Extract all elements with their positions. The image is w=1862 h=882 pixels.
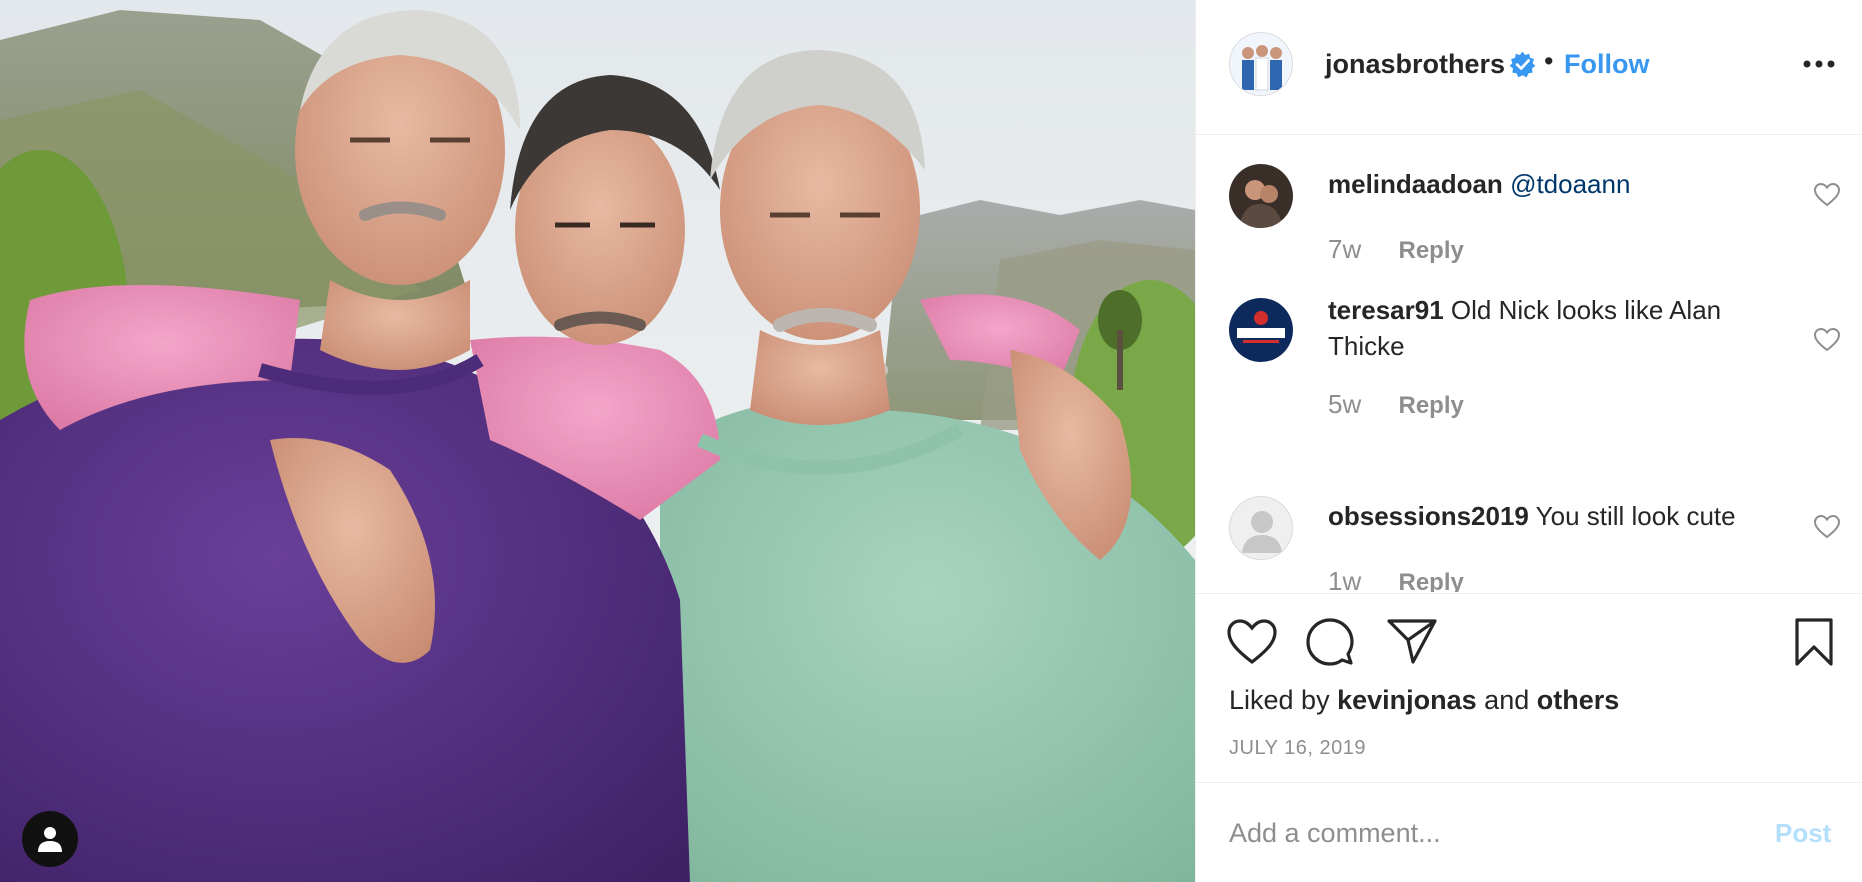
post-header: jonasbrothers • Follow (1196, 0, 1862, 135)
liked-by-text: Liked by kevinjonas and others (1229, 685, 1619, 716)
comment-age: 1w (1328, 566, 1362, 592)
comment-username[interactable]: melindaadoan (1328, 169, 1503, 199)
liked-by-user[interactable]: kevinjonas (1337, 685, 1477, 715)
commenter-avatar[interactable] (1229, 496, 1293, 560)
comment-body: You still look cute (1535, 501, 1736, 531)
add-comment-bar: Post (1196, 782, 1862, 882)
post-side-panel: jonasbrothers • Follow melindaadoan @tdo… (1195, 0, 1862, 882)
comment-text: teresar91 Old Nick looks like Alan Thick… (1328, 292, 1768, 364)
commenter-avatar[interactable] (1229, 298, 1293, 362)
comment-input[interactable] (1229, 813, 1729, 853)
follow-button[interactable]: Follow (1564, 49, 1649, 80)
comment-bubble-icon[interactable] (1306, 618, 1354, 666)
like-heart-icon[interactable] (1227, 619, 1277, 665)
comment-meta: 1w Reply (1328, 566, 1464, 592)
liked-prefix: Liked by (1229, 685, 1330, 715)
comment-age: 5w (1328, 389, 1362, 419)
post-image-illustration (0, 0, 1195, 882)
post-date[interactable]: JULY 16, 2019 (1229, 737, 1366, 760)
reply-button[interactable]: Reply (1398, 392, 1463, 419)
tagged-users-button[interactable] (22, 811, 78, 867)
liked-others-link[interactable]: others (1537, 685, 1620, 715)
comment-text: melindaadoan @tdoaann (1328, 166, 1768, 202)
commenter-avatar-image (1229, 164, 1293, 228)
post-comment-button[interactable]: Post (1775, 818, 1831, 849)
reply-button[interactable]: Reply (1398, 569, 1463, 592)
commenter-avatar[interactable] (1229, 164, 1293, 228)
post-photo[interactable] (0, 0, 1195, 882)
user-icon (38, 827, 62, 852)
reply-button[interactable]: Reply (1398, 237, 1463, 264)
comments-list[interactable]: melindaadoan @tdoaann 7w Reply teresar91… (1196, 136, 1862, 592)
comment-username[interactable]: teresar91 (1328, 295, 1444, 325)
commenter-avatar-image (1229, 298, 1293, 362)
liked-and: and (1484, 685, 1530, 715)
comment-age: 7w (1328, 234, 1362, 264)
comment-like-icon[interactable] (1814, 515, 1840, 539)
comment-username[interactable]: obsessions2019 (1328, 501, 1529, 531)
author-username[interactable]: jonasbrothers (1325, 49, 1505, 80)
author-avatar[interactable] (1229, 32, 1293, 96)
comment-like-icon[interactable] (1814, 328, 1840, 352)
post-actions: Liked by kevinjonas and others JULY 16, … (1196, 593, 1862, 782)
comment-meta: 5w Reply (1328, 389, 1464, 420)
verified-badge-icon (1509, 51, 1536, 78)
comment-mention[interactable]: @tdoaann (1510, 169, 1630, 199)
more-options-icon[interactable] (1802, 52, 1836, 76)
share-send-icon[interactable] (1387, 618, 1437, 664)
default-avatar-icon (1242, 511, 1282, 553)
comment-like-icon[interactable] (1814, 183, 1840, 207)
save-bookmark-icon[interactable] (1794, 618, 1834, 666)
header-separator: • (1544, 46, 1554, 76)
author-avatar-image (1230, 33, 1292, 95)
comment-meta: 7w Reply (1328, 234, 1464, 265)
comment-text: obsessions2019 You still look cute (1328, 498, 1768, 534)
